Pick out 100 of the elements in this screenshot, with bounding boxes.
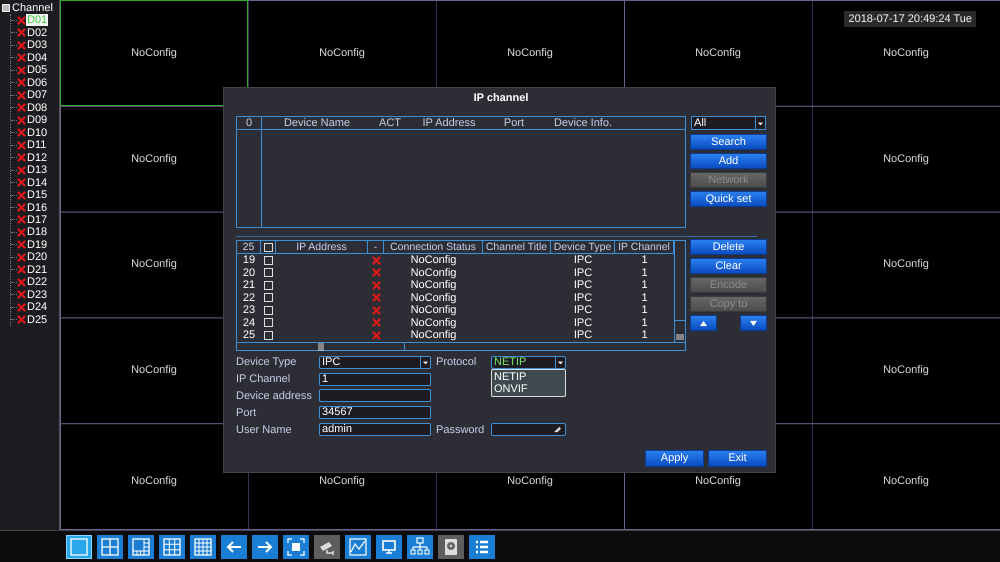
dropdown-icon — [755, 117, 765, 129]
tile-status: NoConfig — [883, 46, 929, 59]
checkbox[interactable] — [264, 280, 273, 290]
channel-item[interactable]: D04 — [26, 52, 48, 64]
up-triangle-icon — [699, 320, 708, 326]
column-header: Port — [502, 117, 526, 129]
checkbox[interactable] — [264, 268, 273, 278]
table-cell-text: 1 — [640, 316, 649, 329]
table-cell-text: IPC — [572, 304, 594, 316]
network-icon[interactable] — [407, 534, 433, 558]
tile-status: NoConfig — [695, 475, 741, 488]
input-field[interactable]: 1 — [319, 372, 431, 386]
channel-item[interactable]: D10 — [26, 126, 48, 139]
table-cell-text: 25 — [242, 329, 256, 342]
action-button[interactable]: Search — [691, 135, 766, 149]
down-triangle-icon — [749, 320, 758, 326]
table-cell-text: 22 — [242, 292, 256, 304]
field-label: Device address — [236, 390, 313, 402]
channel-item[interactable]: D11 — [26, 139, 48, 152]
split-layout-icon[interactable] — [128, 534, 154, 558]
action-button[interactable]: Apply — [646, 450, 703, 466]
action-button[interactable]: Quick set — [691, 192, 766, 206]
checkbox[interactable] — [264, 306, 273, 315]
field-label: Device Type — [236, 356, 298, 368]
sixteen-grid-icon[interactable] — [190, 534, 216, 558]
table-cell-text: IPC — [572, 279, 594, 292]
action-button[interactable]: Delete — [691, 240, 766, 254]
column-header: IP Channel — [615, 241, 674, 253]
tile-status: NoConfig — [319, 46, 365, 59]
fullscreen-icon[interactable] — [283, 534, 309, 558]
channel-item[interactable]: D20 — [26, 251, 48, 264]
channel-item[interactable]: D05 — [26, 64, 48, 76]
dropdown-option[interactable]: NETIP — [492, 371, 565, 383]
scroll-thumb[interactable] — [675, 320, 685, 342]
channel-item[interactable]: D03 — [26, 39, 48, 52]
monitor-icon[interactable] — [376, 534, 402, 558]
channel-item[interactable]: D17 — [26, 214, 48, 226]
dropdown-icon — [420, 356, 430, 368]
channel-item[interactable]: D19 — [26, 238, 48, 251]
checkbox[interactable] — [264, 256, 273, 265]
chart-icon[interactable] — [345, 534, 371, 558]
down-arrow-button[interactable] — [741, 316, 766, 330]
dropdown-icon — [555, 356, 565, 368]
channel-item[interactable]: D22 — [26, 276, 48, 288]
channel-item[interactable]: D12 — [26, 152, 48, 164]
single-screen-icon[interactable] — [66, 534, 92, 558]
up-arrow-button[interactable] — [691, 316, 716, 330]
column-header: 25 — [237, 241, 261, 253]
select-field[interactable]: NETIP — [491, 356, 566, 369]
table-cell-text: 21 — [242, 279, 256, 292]
tile-status: NoConfig — [131, 475, 177, 488]
channel-item[interactable]: D24 — [26, 301, 48, 314]
channel-item[interactable]: D25 — [26, 314, 48, 326]
list-icon[interactable] — [469, 534, 495, 558]
channel-item[interactable]: D07 — [26, 89, 48, 102]
column-header: - — [368, 241, 384, 253]
table-cell-text: IPC — [572, 266, 594, 279]
channel-item[interactable]: D14 — [26, 176, 48, 189]
table-cell-text: 19 — [242, 254, 256, 266]
checkbox[interactable] — [264, 330, 273, 340]
tile-status: NoConfig — [883, 258, 929, 270]
input-field[interactable]: admin — [319, 423, 431, 436]
action-button[interactable]: Clear — [691, 259, 766, 273]
channel-item[interactable]: D18 — [26, 226, 48, 238]
table-cell-text: IPC — [572, 316, 594, 329]
tile-status: NoConfig — [883, 475, 929, 488]
input-field[interactable]: 34567 — [319, 406, 431, 420]
channel-item[interactable]: D09 — [26, 114, 48, 126]
input-field[interactable] — [319, 389, 431, 402]
table-cell-text: NoConfig — [410, 254, 458, 266]
channel-item[interactable]: D23 — [26, 288, 48, 301]
checkbox[interactable] — [264, 318, 273, 328]
tile-status: NoConfig — [131, 258, 177, 270]
table-cell-text: 24 — [242, 316, 256, 329]
channel-item[interactable]: D02 — [26, 26, 48, 39]
quad-grid-icon[interactable] — [97, 534, 123, 558]
channel-item[interactable]: D15 — [26, 189, 48, 202]
tile-status: NoConfig — [883, 152, 929, 165]
dropdown-option[interactable]: ONVIF — [492, 383, 565, 395]
action-button[interactable]: Add — [691, 154, 766, 168]
channel-item[interactable]: D13 — [26, 164, 48, 176]
nine-grid-icon[interactable] — [159, 534, 185, 558]
table-cell-text: NoConfig — [410, 304, 458, 316]
checkbox[interactable] — [264, 242, 272, 252]
action-button[interactable]: Exit — [709, 450, 766, 466]
table-cell-text: 1 — [640, 266, 649, 279]
channel-item[interactable]: D06 — [26, 76, 48, 89]
horizontal-scrollbar[interactable] — [237, 342, 685, 350]
table-cell-text: 20 — [242, 266, 256, 279]
channel-item[interactable]: D21 — [26, 264, 48, 276]
password-field[interactable] — [491, 423, 566, 436]
tree-title: Channel — [12, 2, 53, 14]
table-cell-text: NoConfig — [410, 316, 458, 329]
channel-item[interactable]: D16 — [26, 202, 48, 214]
filter-dropdown[interactable]: All — [691, 116, 766, 130]
select-field[interactable]: IPC — [319, 356, 431, 369]
channel-item[interactable]: D08 — [26, 102, 48, 114]
table-cell-text: 1 — [640, 329, 649, 342]
vertical-scrollbar[interactable] — [674, 241, 685, 342]
checkbox[interactable] — [264, 293, 273, 302]
